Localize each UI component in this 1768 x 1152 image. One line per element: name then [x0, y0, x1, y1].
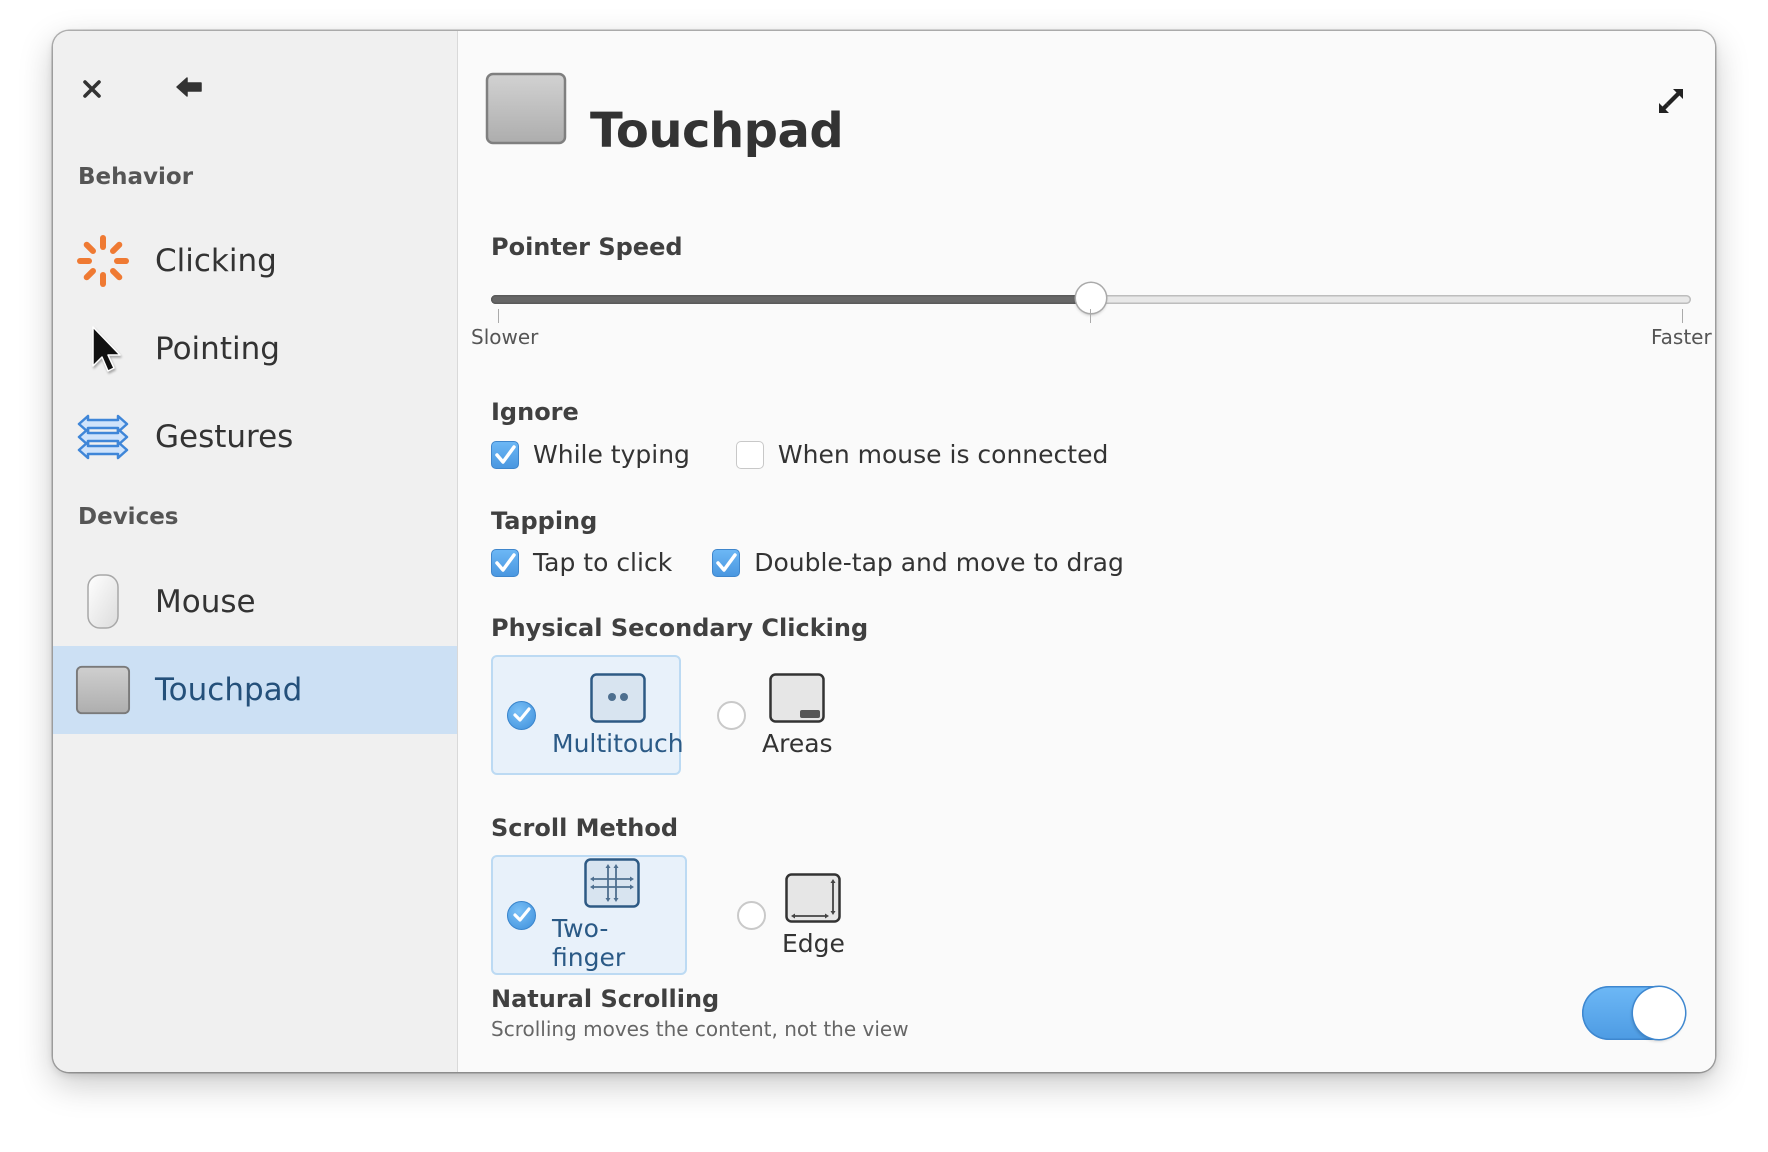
two-finger-radio[interactable]: Two-finger [491, 855, 687, 975]
sidebar: Behavior Clicking Pointing Gestures Devi… [53, 31, 458, 1072]
multitouch-icon [590, 672, 646, 723]
areas-radio[interactable]: Areas [701, 655, 849, 775]
secondary-click-label: Physical Secondary Clicking [491, 614, 869, 642]
multitouch-radio[interactable]: Multitouch [491, 655, 684, 775]
pointer-icon [75, 321, 131, 377]
checkmark-icon [716, 552, 737, 572]
section-label-behavior: Behavior [78, 164, 194, 190]
slider-max-label: Faster [1651, 325, 1712, 349]
touchpad-icon [75, 662, 131, 718]
sidebar-item-mouse[interactable]: Mouse [53, 558, 457, 646]
radio-unselected[interactable] [737, 900, 766, 930]
sidebar-item-label: Mouse [155, 584, 256, 620]
settings-window: Behavior Clicking Pointing Gestures Devi… [53, 31, 1715, 1072]
sidebar-item-pointing[interactable]: Pointing [53, 305, 457, 393]
slider-tick-mid [1090, 309, 1091, 323]
sidebar-item-label: Touchpad [155, 672, 303, 708]
natural-scrolling-description: Scrolling moves the content, not the vie… [491, 1017, 909, 1041]
tap-to-click-checkbox[interactable]: Tap to click [491, 548, 672, 577]
slider-thumb[interactable] [1076, 283, 1106, 313]
sidebar-item-label: Clicking [155, 243, 277, 279]
checkbox-unchecked[interactable] [735, 440, 764, 469]
sidebar-item-label: Pointing [155, 331, 280, 367]
radio-label: Two-finger [552, 914, 626, 972]
section-label-devices: Devices [78, 504, 179, 530]
tapping-label: Tapping [491, 507, 598, 535]
slider-tick-min [498, 309, 499, 323]
checkbox-checked[interactable] [491, 548, 519, 577]
sidebar-item-clicking[interactable]: Clicking [53, 217, 457, 305]
checkmark-icon [495, 444, 516, 464]
edge-scroll-icon [785, 872, 842, 923]
mouse-icon [75, 574, 131, 630]
pointer-speed-label: Pointer Speed [491, 233, 683, 261]
checkbox-checked[interactable] [712, 548, 741, 577]
back-button[interactable] [169, 67, 209, 107]
double-tap-drag-checkbox[interactable]: Double-tap and move to drag [712, 548, 1124, 577]
checkbox-checked[interactable] [491, 440, 519, 469]
checkbox-label: Tap to click [533, 548, 673, 577]
when-mouse-connected-checkbox[interactable]: When mouse is connected [735, 440, 1109, 469]
slider-min-label: Slower [471, 325, 539, 349]
checkbox-label: Double-tap and move to drag [754, 548, 1124, 577]
natural-scrolling-toggle[interactable] [1582, 986, 1686, 1040]
slider-fill [491, 295, 1091, 304]
checkbox-label: While typing [533, 440, 690, 469]
pointer-speed-slider[interactable] [491, 281, 1691, 321]
two-finger-scroll-icon [583, 858, 640, 908]
radio-label: Areas [762, 728, 833, 758]
checkmark-icon [512, 707, 531, 722]
radio-selected[interactable] [507, 900, 536, 930]
ignore-label: Ignore [491, 398, 579, 426]
checkmark-icon [495, 552, 516, 572]
page-title: Touchpad [590, 103, 844, 159]
expand-button[interactable] [1651, 81, 1691, 121]
radio-label: Multitouch [552, 728, 684, 758]
back-arrow-icon [176, 77, 202, 97]
scroll-method-label: Scroll Method [491, 814, 679, 842]
checkbox-label: When mouse is connected [777, 440, 1109, 469]
secondary-click-options: Multitouch Areas [491, 655, 869, 775]
radio-label: Edge [782, 928, 845, 958]
content-pane: Touchpad Pointer Speed Slower Faster Ign… [458, 31, 1715, 1072]
edge-radio[interactable]: Edge [721, 855, 861, 975]
gestures-icon [75, 409, 131, 465]
natural-scrolling-label: Natural Scrolling [491, 985, 720, 1013]
clicking-icon [75, 233, 131, 289]
ignore-options: While typing When mouse is connected [491, 440, 1154, 469]
sidebar-item-touchpad[interactable]: Touchpad [53, 646, 457, 734]
while-typing-checkbox[interactable]: While typing [491, 440, 690, 469]
radio-selected[interactable] [507, 700, 536, 730]
slider-tick-max [1682, 309, 1683, 323]
touchpad-icon [485, 72, 567, 145]
expand-icon [1659, 89, 1683, 113]
radio-unselected[interactable] [717, 700, 746, 730]
close-icon [83, 80, 101, 98]
close-button[interactable] [72, 69, 112, 109]
sidebar-item-gestures[interactable]: Gestures [53, 393, 457, 481]
checkmark-icon [512, 907, 531, 922]
areas-icon [769, 672, 826, 723]
toggle-knob [1633, 987, 1685, 1039]
tapping-options: Tap to click Double-tap and move to drag [491, 548, 1170, 577]
sidebar-item-label: Gestures [155, 419, 294, 455]
scroll-method-options: Two-finger Edge [491, 855, 881, 975]
